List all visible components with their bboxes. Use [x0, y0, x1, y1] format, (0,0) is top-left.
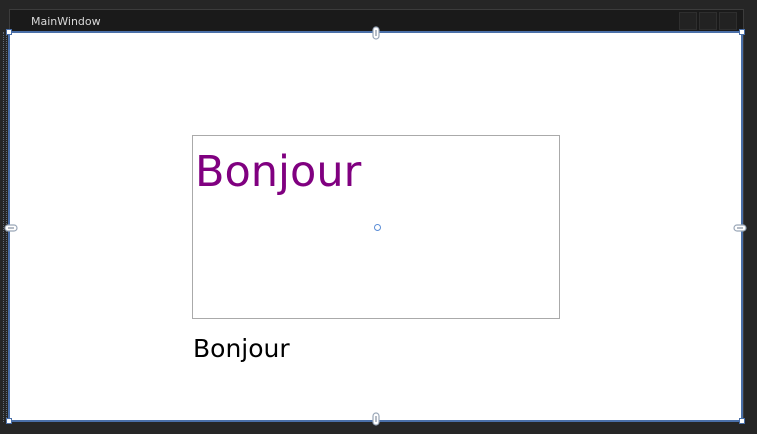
caption-buttons	[679, 12, 737, 30]
close-button[interactable]	[719, 12, 737, 30]
anchor-icon-top[interactable]	[370, 26, 382, 40]
textbox-element[interactable]: Bonjour	[192, 135, 560, 319]
textbox-text: Bonjour	[195, 147, 362, 197]
design-surface: MainWindow Bonjour Bonjour	[0, 0, 757, 434]
center-point-icon[interactable]	[374, 224, 381, 231]
anchor-icon-right[interactable]	[733, 222, 747, 234]
resize-handle-bottom-left[interactable]	[6, 418, 12, 424]
anchor-icon-bottom[interactable]	[370, 412, 382, 426]
maximize-button[interactable]	[699, 12, 717, 30]
window-title: MainWindow	[31, 15, 101, 28]
anchor-icon-left[interactable]	[4, 222, 18, 234]
resize-handle-top-right[interactable]	[739, 29, 745, 35]
minimize-button[interactable]	[679, 12, 697, 30]
window-client-area[interactable]: Bonjour Bonjour	[10, 33, 741, 420]
resize-handle-bottom-right[interactable]	[739, 418, 745, 424]
label-text[interactable]: Bonjour	[193, 333, 290, 365]
resize-handle-top-left[interactable]	[6, 29, 12, 35]
